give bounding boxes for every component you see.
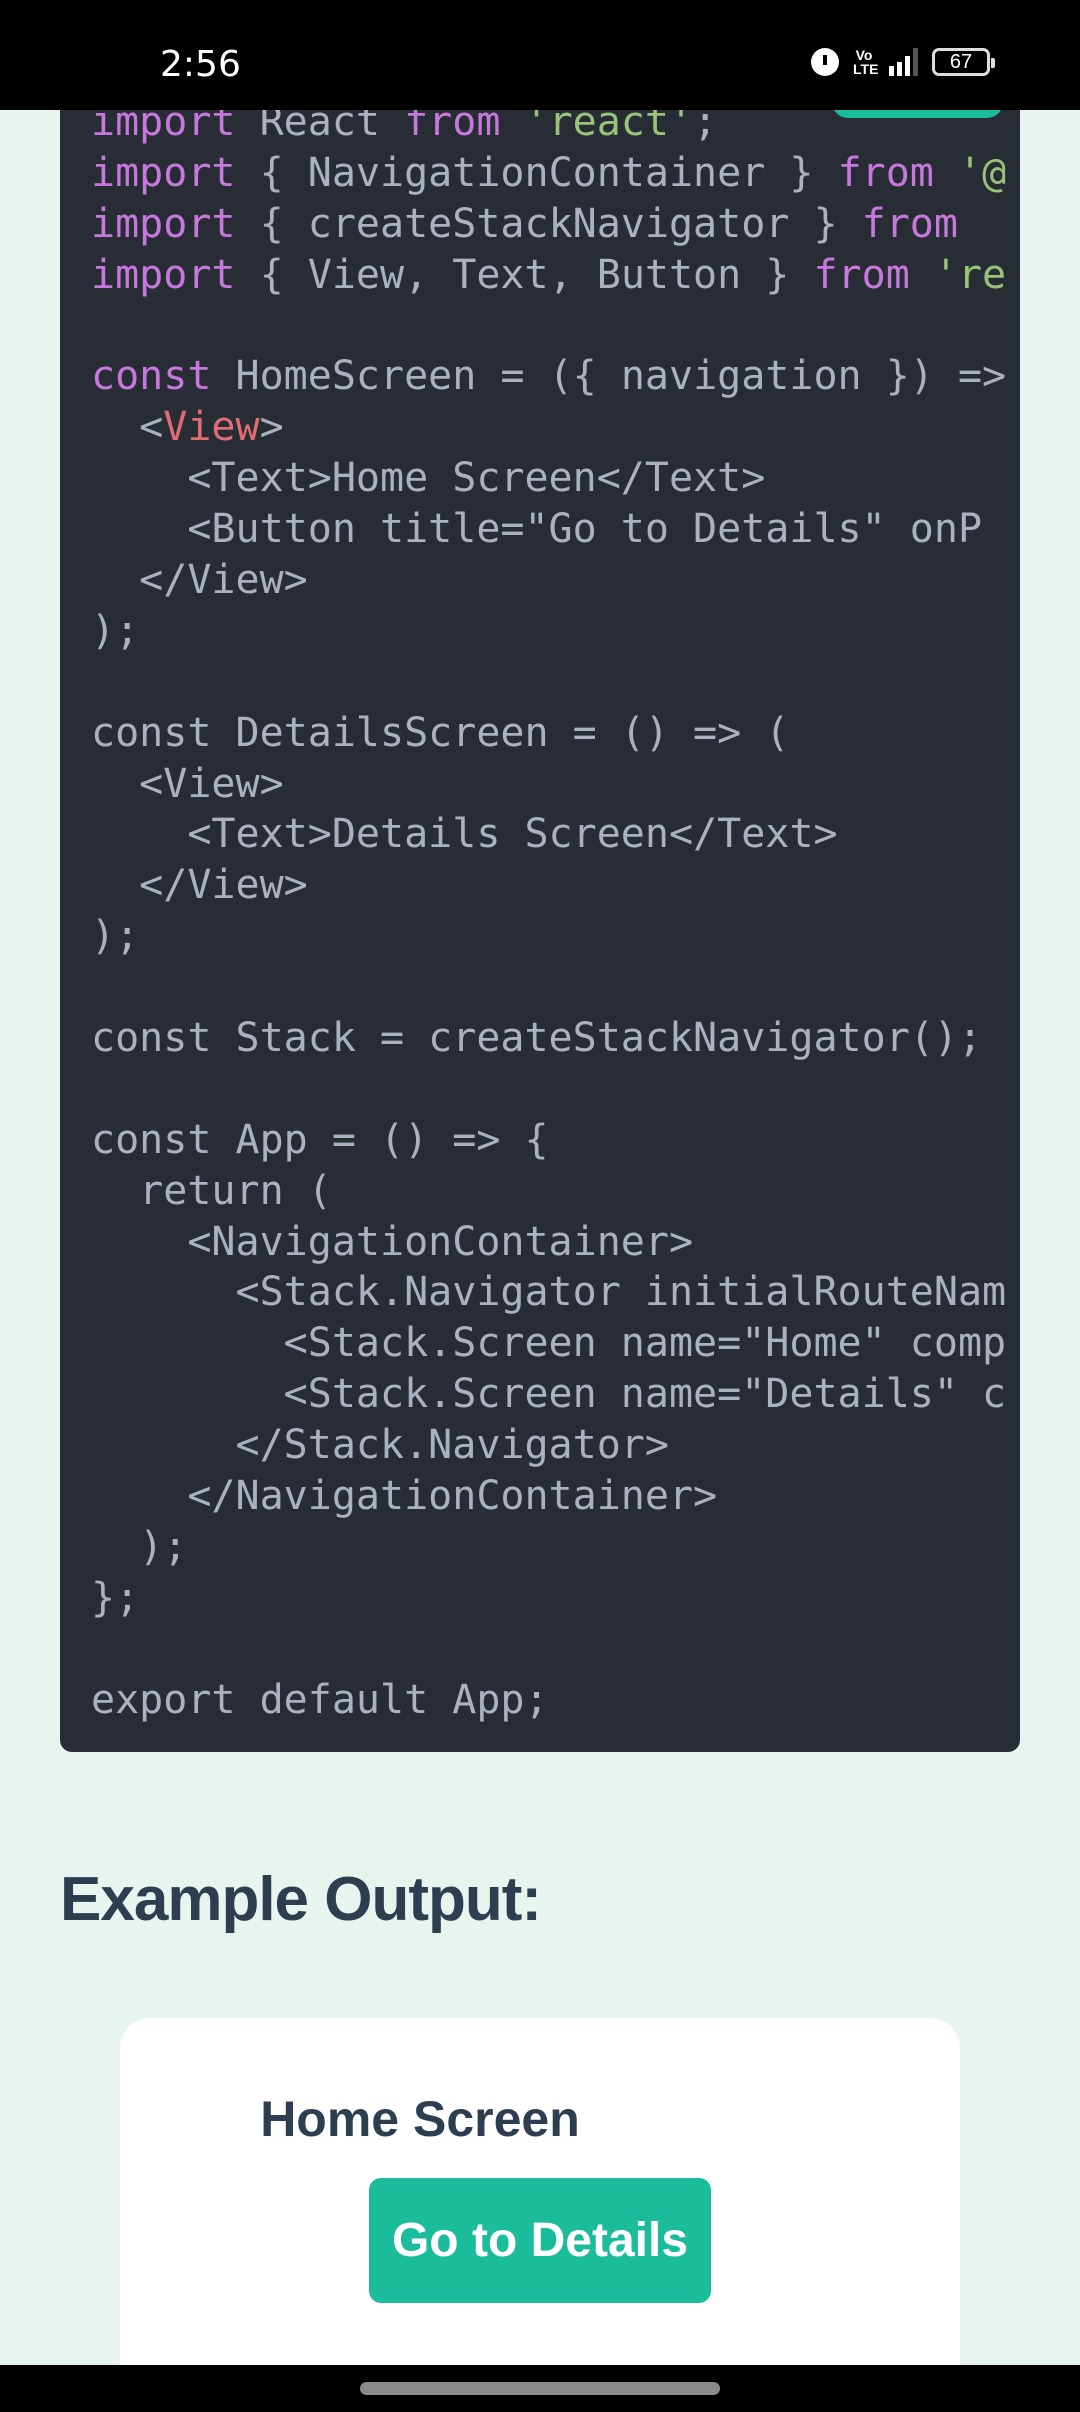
code-token: <Text>Details Screen</Text> [91,811,838,858]
status-icons: Vo LTE 67 [811,47,995,77]
code-line: const DetailsScreen = () => ( [91,708,1006,759]
code-token: ); [91,1523,188,1570]
code-token: const Stack = createStackNavigator(); [91,1015,983,1062]
code-token: <Stack.Navigator initialRouteNam [91,1269,1007,1316]
code-token: from [813,251,910,298]
battery-icon: 67 [932,48,995,76]
code-token: <Stack.Screen name="Home" comp [91,1320,1007,1367]
code-line: import { View, Text, Button } from 're [91,250,1006,301]
code-token: </Stack.Navigator> [91,1422,669,1469]
code-token: ); [91,607,140,654]
code-line: <Stack.Navigator initialRouteNam [91,1267,1006,1318]
code-line: export default App; [91,1675,1006,1726]
code-token: > [259,404,284,451]
code-token: import [91,251,236,298]
code-token: View [163,404,260,451]
code-line: import { createStackNavigator } from [91,199,1006,250]
code-token: { createStackNavigator } [235,200,862,247]
code-token: { View, Text, Button } [235,251,814,298]
navigation-bar [0,2365,1080,2412]
volte-icon: Vo LTE [853,47,879,77]
code-token: return ( [91,1167,332,1214]
code-line: </View> [91,555,1006,606]
code-line: const Stack = createStackNavigator(); [91,1013,1006,1064]
code-line: <Text>Home Screen</Text> [91,453,1006,504]
signal-icon [889,48,918,76]
go-to-details-button[interactable]: Go to Details [369,2178,711,2303]
code-line: <Stack.Screen name="Details" c [91,1369,1006,1420]
code-line: const App = () => { [91,1115,1006,1166]
code-token: <Button title="Go to Details" onP [91,506,983,553]
code-token: export default App; [91,1676,549,1723]
code-token: }; [91,1574,140,1621]
code-token: from [861,200,958,247]
code-line: import { NavigationContainer } from '@ [91,148,1006,199]
home-screen-title: Home Screen [260,2091,580,2147]
code-token: < [91,404,164,451]
code-token: </View> [91,862,308,909]
code-line: <Button title="Go to Details" onP [91,504,1006,555]
code-token: from [837,149,934,196]
code-block: import React from 'react'; import { Navig… [60,60,1020,1752]
code-line: <Text>Details Screen</Text> [91,809,1006,860]
code-line: <NavigationContainer> [91,1217,1006,1268]
code-line: <View> [91,402,1006,453]
code-token: import [91,149,236,196]
code-token: const App = () => { [91,1116,549,1163]
code-token: <Text>Home Screen</Text> [91,455,766,502]
code-token: import [91,200,236,247]
code-line: <Stack.Screen name="Home" comp [91,1318,1006,1369]
code-token: </NavigationContainer> [91,1473,718,1520]
code-line: </NavigationContainer> [91,1471,1006,1522]
code-content: import React from 'react'; import { Navig… [91,97,1006,1726]
code-line: const HomeScreen = ({ navigation }) => [91,351,1006,402]
alarm-icon [811,48,839,76]
code-token: '@ [957,149,1007,196]
code-line: }; [91,1573,1006,1624]
status-bar: 2:56 Vo LTE 67 [0,0,1080,110]
code-token: HomeScreen = ({ navigation }) => [211,353,1007,400]
code-token: ); [91,913,140,960]
code-token: const [91,353,212,400]
code-token: const DetailsScreen = () => ( [91,709,790,756]
code-line: </View> [91,860,1006,911]
example-output-heading: Example Output: [60,1865,542,1934]
code-line: ); [91,911,1006,962]
status-time: 2:56 [160,44,241,85]
code-line: </Stack.Navigator> [91,1420,1006,1471]
code-line: ); [91,606,1006,657]
code-line: ); [91,1522,1006,1573]
code-token: <Stack.Screen name="Details" c [91,1371,1007,1418]
code-token: </View> [91,557,308,604]
home-gesture-handle[interactable] [360,2382,720,2395]
code-token: <NavigationContainer> [91,1218,694,1265]
code-line: return ( [91,1166,1006,1217]
code-token: { NavigationContainer } [235,149,838,196]
code-line: <View> [91,759,1006,810]
code-token: 're [933,251,1007,298]
code-token: <View> [91,760,284,807]
